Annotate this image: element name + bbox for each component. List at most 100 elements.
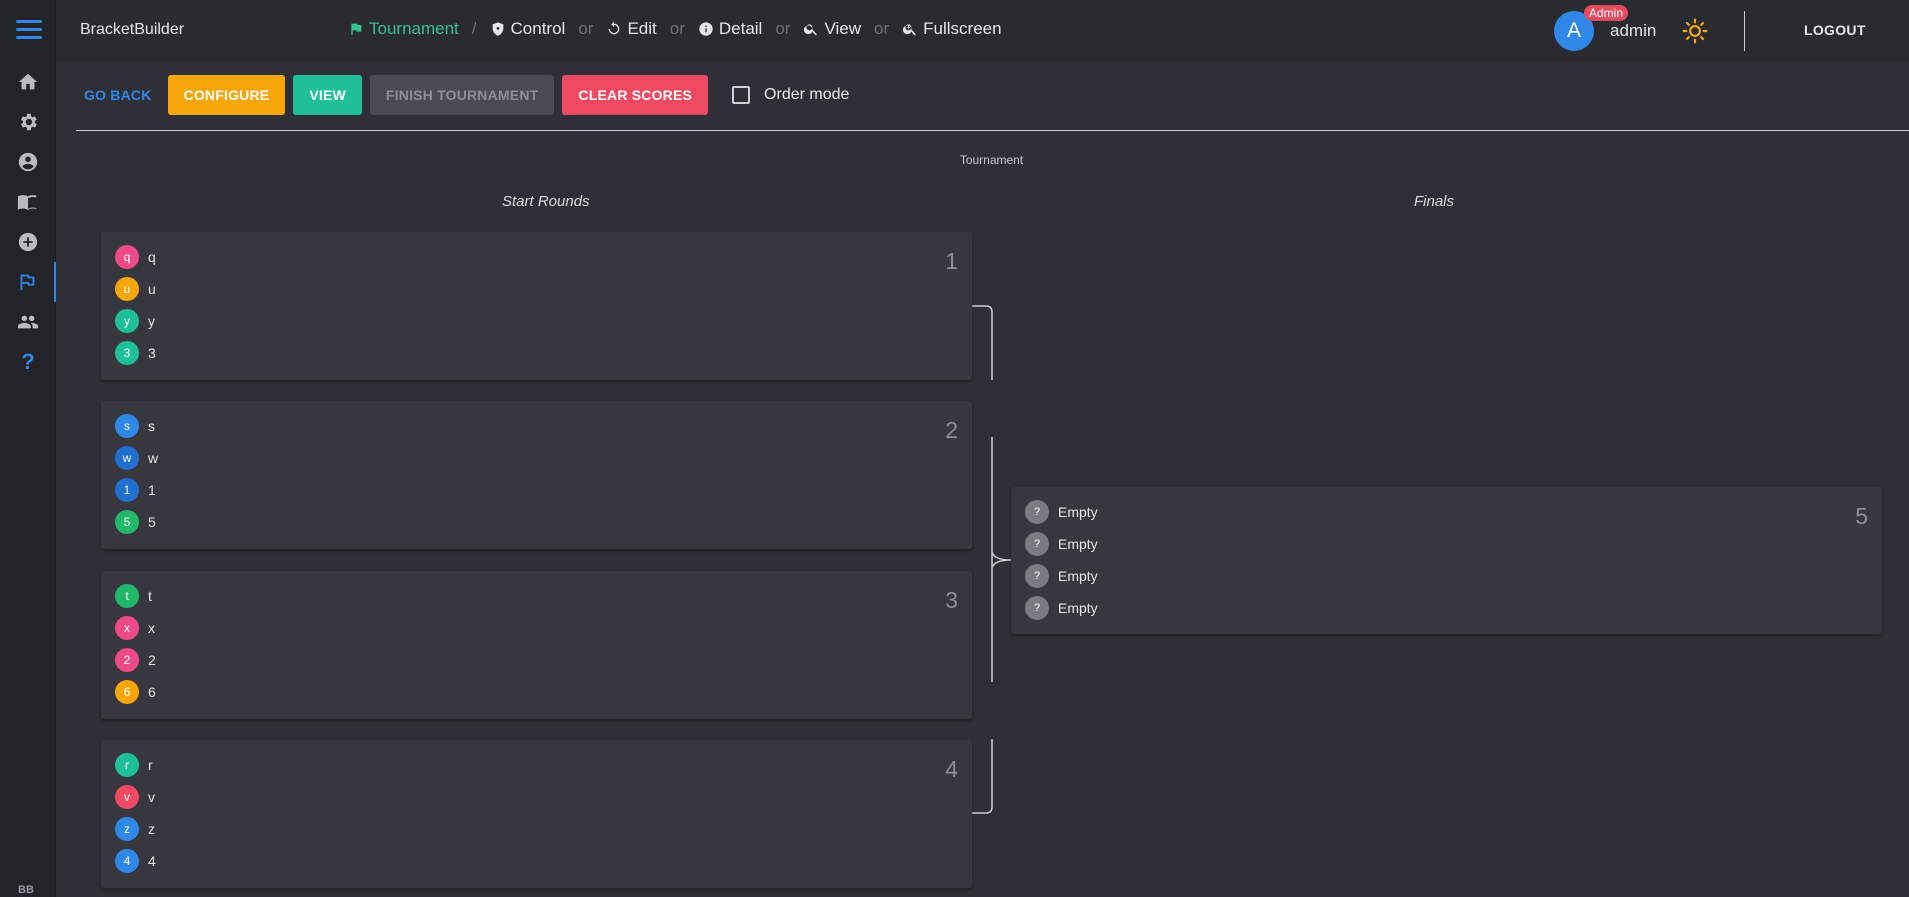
breadcrumb-control[interactable]: Control [490,19,566,39]
player-name: 3 [148,345,156,361]
player-name: s [148,418,155,434]
match-card-5[interactable]: 5? Empty? Empty? Empty? Empty [1011,487,1882,634]
breadcrumb-view[interactable]: View [803,19,861,39]
player-row[interactable]: tt [115,584,152,608]
player-badge: 6 [115,680,139,704]
role-badge: Admin [1584,5,1629,21]
player-badge: w [115,446,139,470]
player-row[interactable]: ? Empty [1025,564,1098,588]
gear-icon [21,113,37,131]
order-mode-label: Order mode [764,86,850,103]
player-row[interactable]: ? Empty [1025,500,1098,524]
player-row[interactable]: uu [115,277,156,301]
player-name: r [148,757,153,773]
breadcrumb-detail-label: Detail [718,19,763,38]
info-icon [699,22,713,36]
menu-icon[interactable] [16,20,42,40]
player-badge: q [115,245,139,269]
player-badge: y [115,309,139,333]
breadcrumb-or: or [669,19,685,38]
player-name: w [148,450,159,466]
sidebar-item-docs[interactable] [0,182,56,222]
breadcrumb-control-label: Control [510,19,566,38]
player-row[interactable]: 22 [115,648,156,672]
player-row[interactable]: 66 [115,680,156,704]
player-row[interactable]: 44 [115,849,156,873]
go-back-button[interactable]: GO BACK [76,75,160,115]
sidebar-item-help[interactable]: ? [0,342,56,382]
plus-circle-icon [18,232,38,252]
player-row[interactable]: vv [115,785,155,809]
breadcrumb-edit-label: Edit [627,19,657,38]
home-icon [18,73,38,90]
control-icon [492,22,503,36]
player-row[interactable]: 33 [115,341,156,365]
breadcrumb-edit[interactable]: Edit [606,19,657,39]
sidebar-item-home[interactable] [0,62,56,102]
header-divider [1744,11,1745,51]
theme-toggle-sun-icon[interactable] [1682,18,1708,44]
order-mode-toggle[interactable]: Order mode [732,86,849,104]
player-name: Empty [1058,536,1098,552]
sidebar-footer: BB [18,884,34,896]
logout-button[interactable]: LOGOUT [1804,22,1866,38]
toolbar-divider [76,130,1909,131]
search-icon [804,24,818,36]
breadcrumb-fullscreen-label: Fullscreen [923,19,1002,38]
zoom-in-icon [903,24,917,36]
player-badge: ? [1025,564,1049,588]
player-row[interactable]: ww [115,446,158,470]
player-badge: v [115,785,139,809]
player-badge: z [115,817,139,841]
player-row[interactable]: zz [115,817,155,841]
player-badge: ? [1025,500,1049,524]
breadcrumb-fullscreen[interactable]: Fullscreen [902,19,1002,39]
match-number: 3 [945,587,958,613]
player-badge: 5 [115,510,139,534]
top-bar: BracketBuilder Tournament / Control or E… [56,0,1909,62]
player-row[interactable]: rr [115,753,153,777]
player-badge: 2 [115,648,139,672]
people-icon [17,315,39,329]
player-badge: x [115,616,139,640]
match-card-3[interactable]: 3ttxx2266 [101,571,972,719]
player-badge: s [115,414,139,438]
player-row[interactable]: ? Empty [1025,532,1098,556]
match-number: 4 [945,756,958,782]
match-number: 2 [945,417,958,443]
player-row[interactable]: ss [115,414,155,438]
player-name: 2 [148,652,156,668]
app-brand[interactable]: BracketBuilder [80,21,184,39]
player-row[interactable]: yy [115,309,155,333]
configure-button[interactable]: CONFIGURE [167,75,286,115]
player-name: v [148,789,155,805]
sidebar-item-settings[interactable] [0,102,56,142]
player-badge: ? [1025,596,1049,620]
player-row[interactable]: qq [115,245,156,269]
order-mode-checkbox[interactable] [732,86,751,104]
edit-icon [609,21,620,35]
sidebar-item-tournament[interactable] [0,262,56,302]
sidebar-item-create[interactable] [0,222,56,262]
player-name: 4 [148,853,156,869]
player-row[interactable]: xx [115,616,155,640]
breadcrumb-view-label: View [824,19,862,38]
match-number: 1 [945,248,958,274]
player-badge: r [115,753,139,777]
player-row[interactable]: ? Empty [1025,596,1098,620]
flag-icon [351,23,362,35]
breadcrumb-detail[interactable]: Detail [698,19,762,39]
player-name: x [148,620,155,636]
player-name: u [148,281,156,297]
player-row[interactable]: 11 [115,478,156,502]
sidebar-item-users[interactable] [0,302,56,342]
breadcrumb-tournament[interactable]: Tournament [348,19,459,39]
player-name: 5 [148,514,156,530]
player-row[interactable]: 55 [115,510,156,534]
match-card-4[interactable]: 4rrvvzz44 [101,740,972,888]
match-card-2[interactable]: 2ssww1155 [101,401,972,549]
view-button[interactable]: VIEW [293,75,362,115]
match-card-1[interactable]: 1 qq uu yy 33 [101,232,972,380]
player-name: y [148,313,155,329]
clear-scores-button[interactable]: CLEAR SCORES [562,75,709,115]
